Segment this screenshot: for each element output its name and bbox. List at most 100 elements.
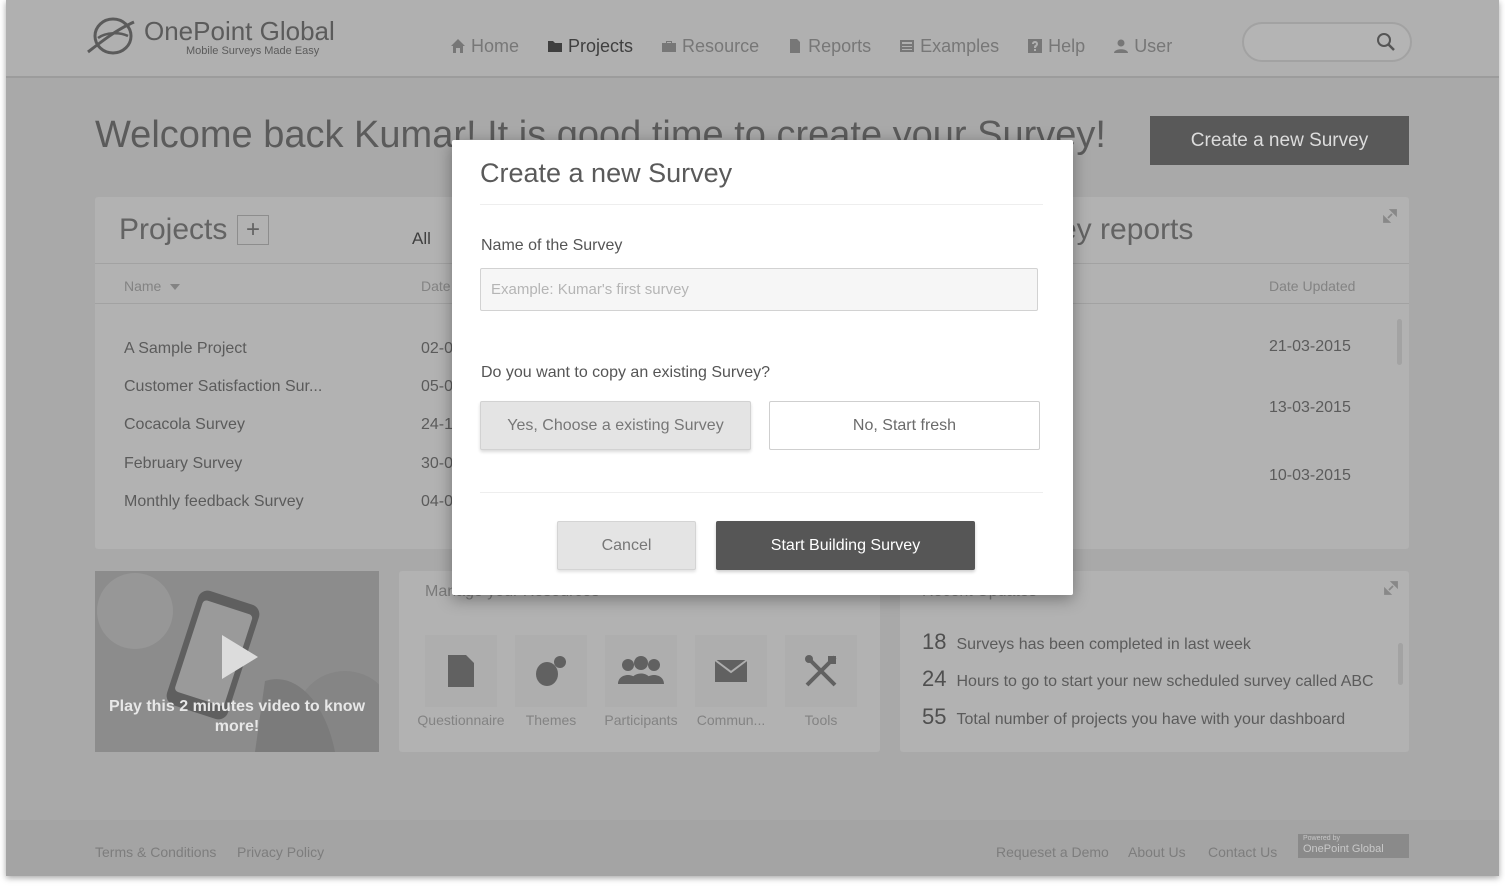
project-row-date: 05-0	[421, 378, 454, 395]
report-row-date: 13-03-2015	[1269, 399, 1351, 416]
about-link[interactable]: About Us	[1128, 844, 1186, 860]
choose-existing-survey-button[interactable]: Yes, Choose a existing Survey	[480, 401, 751, 450]
project-row-date: 02-0	[421, 340, 454, 357]
play-icon[interactable]	[220, 633, 260, 681]
questionnaire-label: Questionnaire	[417, 712, 505, 728]
copy-survey-question: Do you want to copy an existing Survey?	[481, 364, 771, 381]
add-project-button[interactable]: +	[237, 215, 269, 245]
participants-tile[interactable]	[605, 635, 677, 707]
video-caption: Play this 2 minutes video to know more!	[108, 698, 366, 735]
nav-user[interactable]: User	[1113, 36, 1172, 57]
report-row-date: 10-03-2015	[1269, 467, 1351, 484]
nav-reports[interactable]: Reports	[787, 36, 871, 57]
envelope-icon	[714, 659, 748, 682]
home-icon	[451, 39, 465, 53]
nav-home[interactable]: Home	[450, 36, 519, 57]
update-count: 24	[922, 666, 947, 691]
nav-projects[interactable]: Projects	[547, 36, 633, 57]
nav-help-label: Help	[1048, 35, 1086, 56]
participants-icon	[618, 656, 664, 684]
filter-all-tab[interactable]: All	[412, 229, 431, 249]
communication-tile[interactable]	[695, 635, 767, 707]
themes-tile[interactable]	[515, 635, 587, 707]
tools-label: Tools	[804, 712, 838, 728]
top-navbar: OnePoint Global Mobile Surveys Made Easy…	[6, 0, 1499, 78]
sort-down-icon[interactable]	[169, 283, 181, 291]
nav-examples-label: Examples	[920, 35, 1000, 56]
brand-tagline: Mobile Surveys Made Easy	[186, 45, 320, 57]
column-header-date[interactable]: Date	[421, 278, 451, 294]
create-survey-modal: Create a new Survey Name of the Survey D…	[452, 140, 1073, 595]
project-row-date: 30-0	[421, 455, 454, 472]
start-building-survey-button[interactable]: Start Building Survey	[716, 521, 975, 570]
resources-panel: Manage your Resources Questionnaire Them…	[399, 571, 880, 752]
themes-icon	[536, 656, 566, 686]
search-icon[interactable]	[1376, 32, 1396, 52]
brand-name: OnePoint Global	[144, 16, 335, 46]
briefcase-icon	[662, 41, 677, 52]
project-row-name[interactable]: February Survey	[124, 455, 242, 473]
expand-icon[interactable]	[1384, 581, 1398, 595]
communication-label: Commun...	[696, 712, 766, 728]
update-item: 24 Hours to go to start your new schedul…	[922, 666, 1374, 692]
survey-name-label: Name of the Survey	[481, 237, 623, 254]
project-row-date: 24-1	[421, 416, 454, 433]
main-nav: Home Projects Resource Reports Examples …	[450, 32, 1200, 60]
divider	[480, 492, 1043, 493]
update-count: 18	[922, 629, 947, 654]
update-text: Total number of projects you have with y…	[956, 711, 1346, 728]
nav-user-label: User	[1134, 35, 1173, 56]
divider	[480, 204, 1043, 205]
document-icon	[790, 39, 801, 53]
search-input[interactable]	[1242, 22, 1412, 62]
questionnaire-icon	[448, 655, 474, 687]
recent-updates-panel: Recent Updates 18 Surveys has been compl…	[900, 571, 1409, 752]
tools-icon	[805, 655, 837, 687]
footer: Terms & Conditions Privacy Policy Reques…	[6, 820, 1499, 876]
powered-by-brand: OnePoint Global	[1303, 843, 1384, 855]
column-header-name[interactable]: Name	[124, 278, 181, 294]
nav-resource[interactable]: Resource	[661, 36, 759, 57]
nav-help[interactable]: Help	[1027, 36, 1085, 57]
project-row-name[interactable]: Monthly feedback Survey	[124, 493, 304, 511]
questionnaire-tile[interactable]	[425, 635, 497, 707]
column-header-date-updated[interactable]: Date Updated	[1269, 278, 1355, 294]
update-count: 55	[922, 704, 947, 729]
nav-reports-label: Reports	[808, 35, 872, 56]
tools-tile[interactable]	[785, 635, 857, 707]
intro-video[interactable]: Play this 2 minutes video to know more!	[95, 571, 379, 752]
update-text: Surveys has been completed in last week	[956, 636, 1251, 653]
nav-resource-label: Resource	[682, 35, 760, 56]
privacy-link[interactable]: Privacy Policy	[237, 844, 324, 860]
contact-link[interactable]: Contact Us	[1208, 844, 1277, 860]
reports-scrollbar[interactable]	[1397, 319, 1402, 365]
themes-label: Themes	[525, 712, 577, 728]
project-row-name[interactable]: Cocacola Survey	[124, 416, 245, 434]
start-fresh-button[interactable]: No, Start fresh	[769, 401, 1040, 450]
brand-logo[interactable]: OnePoint Global Mobile Surveys Made Easy	[86, 12, 335, 62]
powered-by-badge[interactable]: Powered by OnePoint Global	[1298, 834, 1409, 858]
nav-examples[interactable]: Examples	[899, 36, 999, 57]
expand-icon[interactable]	[1383, 209, 1397, 223]
nav-home-label: Home	[471, 35, 520, 56]
powered-by-text: Powered by	[1303, 835, 1340, 842]
update-text: Hours to go to start your new scheduled …	[956, 673, 1374, 690]
project-row-name[interactable]: A Sample Project	[124, 340, 247, 358]
folder-icon	[548, 41, 563, 52]
update-item: 18 Surveys has been completed in last we…	[922, 629, 1251, 655]
modal-title: Create a new Survey	[480, 158, 733, 188]
user-icon	[1114, 39, 1129, 53]
updates-scrollbar[interactable]	[1398, 643, 1403, 685]
list-icon	[900, 40, 915, 52]
request-demo-link[interactable]: Requeset a Demo	[996, 844, 1109, 860]
terms-link[interactable]: Terms & Conditions	[95, 844, 216, 860]
participants-label: Participants	[604, 712, 678, 728]
nav-projects-label: Projects	[568, 35, 634, 56]
project-row-name[interactable]: Customer Satisfaction Sur...	[124, 378, 322, 396]
logo-globe-icon	[87, 17, 135, 55]
cancel-button[interactable]: Cancel	[557, 521, 696, 570]
survey-name-input[interactable]	[480, 268, 1038, 311]
update-item: 55 Total number of projects you have wit…	[922, 704, 1345, 730]
create-survey-button[interactable]: Create a new Survey	[1150, 116, 1409, 165]
report-row-date: 21-03-2015	[1269, 338, 1351, 355]
